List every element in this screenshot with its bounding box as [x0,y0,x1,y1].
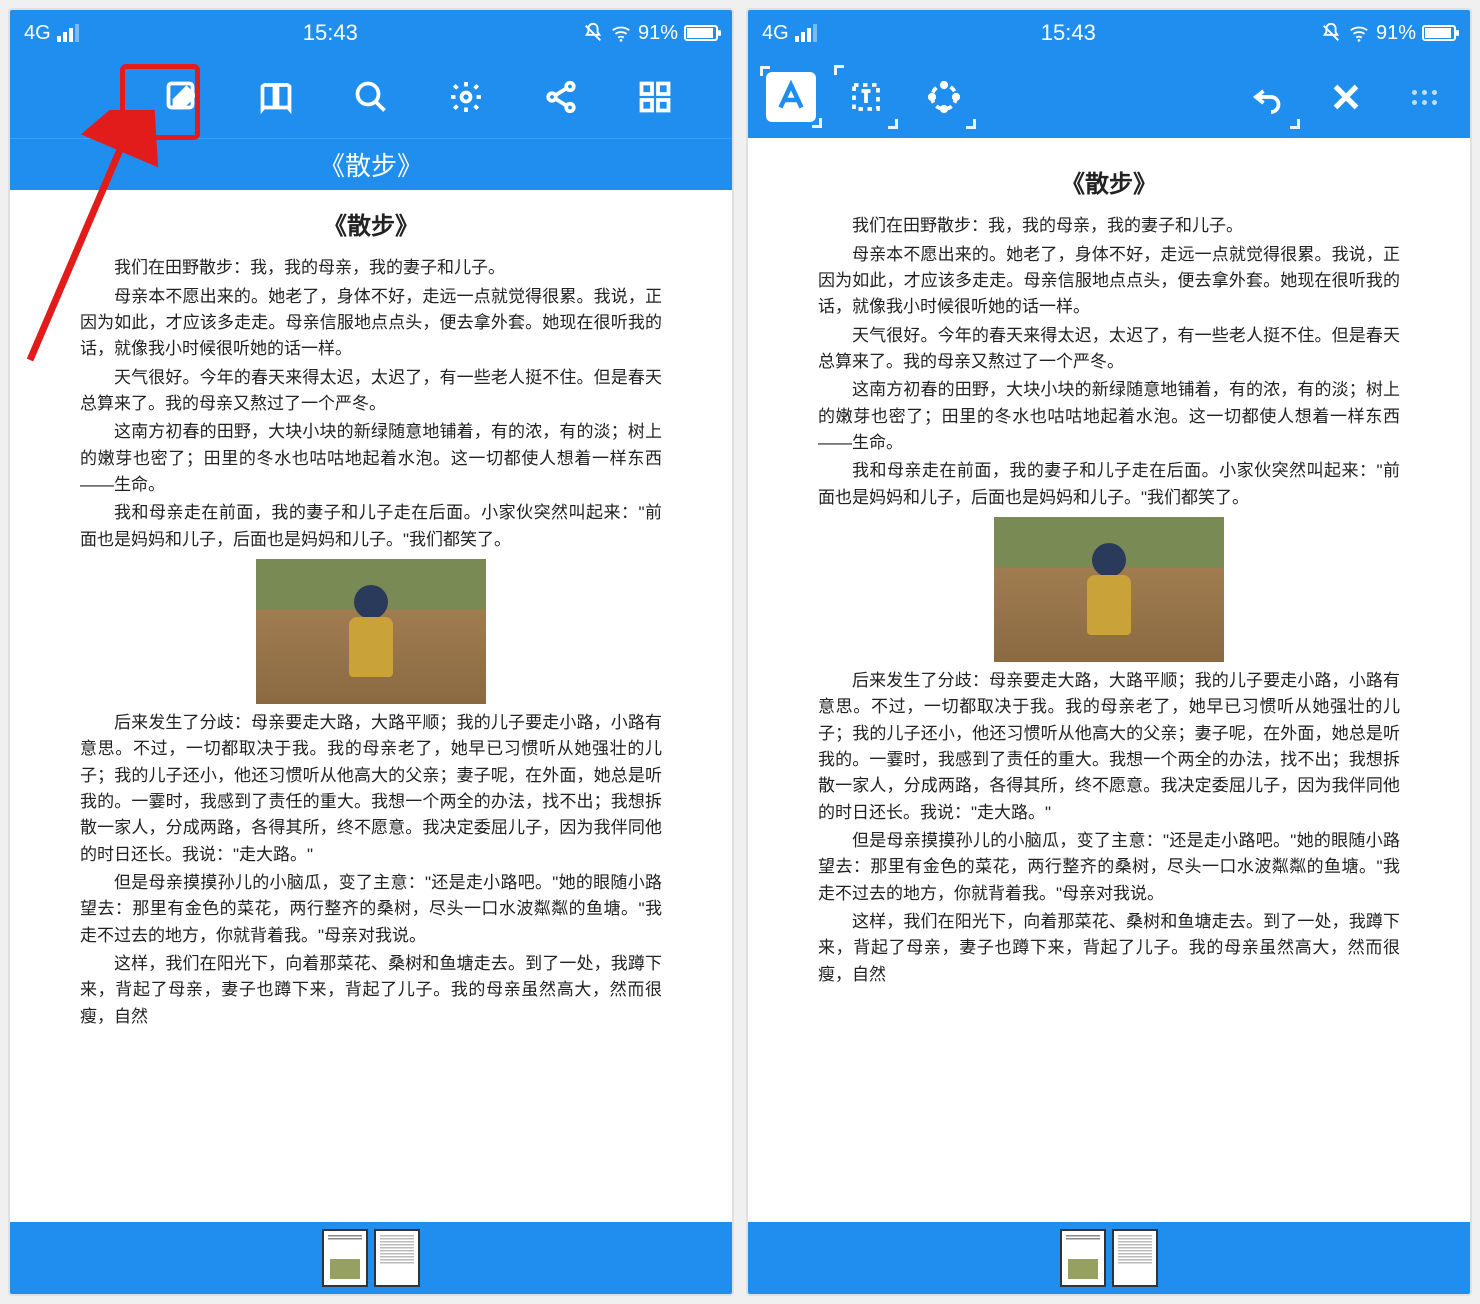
battery-icon [684,25,718,41]
text-tool-button[interactable] [766,72,816,122]
document-view[interactable]: 《散步》 我们在田野散步：我，我的母亲，我的妻子和儿子。 母亲本不愿出来的。她老… [748,138,1470,1222]
doc-para: 这样，我们在阳光下，向着那菜花、桑树和鱼塘走去。到了一处，我蹲下来，背起了母亲，… [80,951,662,1030]
main-toolbar [10,56,732,138]
shape-tool-button[interactable] [916,69,972,125]
doc-para: 天气很好。今年的春天来得太迟，太迟了，有一些老人挺不住。但是春天总算来了。我的母… [80,365,662,418]
network-label: 4G [24,22,51,45]
document-view[interactable]: 《散步》 我们在田野散步：我，我的母亲，我的妻子和儿子。 母亲本不愿出来的。她老… [10,190,732,1222]
settings-button[interactable] [438,69,494,125]
reading-button[interactable] [248,69,304,125]
clock: 15:43 [1041,20,1096,46]
book-open-icon [258,79,294,115]
doc-para: 我和母亲走在前面，我的妻子和儿子走在后面。小家伙突然叫起来："前面也是妈妈和儿子… [818,458,1400,511]
page-thumbnails [10,1222,732,1294]
doc-image [256,559,486,704]
document-titlebar: 《散步》 [10,138,732,190]
text-a-icon [773,79,809,115]
edit-button[interactable] [154,69,210,125]
close-icon [1328,79,1364,115]
thumb-page-1[interactable] [322,1229,368,1287]
share-icon [543,79,579,115]
doc-heading: 《散步》 [818,166,1400,203]
doc-image [994,517,1224,662]
share-button[interactable] [533,69,589,125]
thumb-page-1[interactable] [1060,1229,1106,1287]
close-button[interactable] [1318,69,1374,125]
doc-para: 但是母亲摸摸孙儿的小脑瓜，变了主意："还是走小路吧。"她的眼随小路望去：那里有金… [818,828,1400,907]
search-button[interactable] [343,69,399,125]
search-icon [353,79,389,115]
annotation-toolbar [748,56,1470,138]
document-title: 《散步》 [319,146,423,183]
drag-icon [1412,90,1437,105]
circle-shape-icon [926,79,962,115]
doc-para: 母亲本不愿出来的。她老了，身体不好，走远一点就觉得很累。我说，正因为如此，才应该… [818,242,1400,321]
doc-para: 这南方初春的田野，大块小块的新绿随意地铺着，有的浓，有的淡；树上的嫩芽也密了；田… [80,419,662,498]
signal-icon [57,24,79,42]
network-label: 4G [762,22,789,45]
doc-para: 母亲本不愿出来的。她老了，身体不好，走远一点就觉得很累。我说，正因为如此，才应该… [80,284,662,363]
doc-para: 后来发生了分歧：母亲要走大路，大路平顺；我的儿子要走小路，小路有意思。不过，一切… [818,668,1400,826]
doc-para: 但是母亲摸摸孙儿的小脑瓜，变了主意："还是走小路吧。"她的眼随小路望去：那里有金… [80,870,662,949]
page-thumbnails [748,1222,1470,1294]
status-bar: 4G 15:43 91% [748,10,1470,56]
doc-para: 我们在田野散步：我，我的母亲，我的妻子和儿子。 [80,255,662,281]
mute-icon [582,22,604,44]
doc-para: 天气很好。今年的春天来得太迟，太迟了，有一些老人挺不住。但是春天总算来了。我的母… [818,323,1400,376]
status-bar: 4G 15:43 91% [10,10,732,56]
clock: 15:43 [303,20,358,46]
grid-button[interactable] [627,69,683,125]
battery-icon [1422,25,1456,41]
gear-icon [448,79,484,115]
wifi-icon [610,22,632,44]
mute-icon [1320,22,1342,44]
undo-button[interactable] [1240,69,1296,125]
doc-para: 这南方初春的田野，大块小块的新绿随意地铺着，有的浓，有的淡；树上的嫩芽也密了；田… [818,377,1400,456]
doc-para: 我和母亲走在前面，我的妻子和儿子走在后面。小家伙突然叫起来："前面也是妈妈和儿子… [80,500,662,553]
edit-icon [164,79,200,115]
textbox-icon [848,79,884,115]
textbox-tool-button[interactable] [838,69,894,125]
signal-icon [795,24,817,42]
phone-right: 4G 15:43 91% [746,8,1472,1296]
drag-handle[interactable] [1396,69,1452,125]
thumb-page-2[interactable] [1112,1229,1158,1287]
battery-pct: 91% [638,22,678,45]
battery-pct: 91% [1376,22,1416,45]
undo-icon [1250,79,1286,115]
thumb-page-2[interactable] [374,1229,420,1287]
doc-para: 这样，我们在阳光下，向着那菜花、桑树和鱼塘走去。到了一处，我蹲下来，背起了母亲，… [818,909,1400,988]
wifi-icon [1348,22,1370,44]
grid-icon [637,79,673,115]
doc-heading: 《散步》 [80,208,662,245]
phone-left: 4G 15:43 91% [8,8,734,1296]
doc-para: 后来发生了分歧：母亲要走大路，大路平顺；我的儿子要走小路，小路有意思。不过，一切… [80,710,662,868]
doc-para: 我们在田野散步：我，我的母亲，我的妻子和儿子。 [818,213,1400,239]
